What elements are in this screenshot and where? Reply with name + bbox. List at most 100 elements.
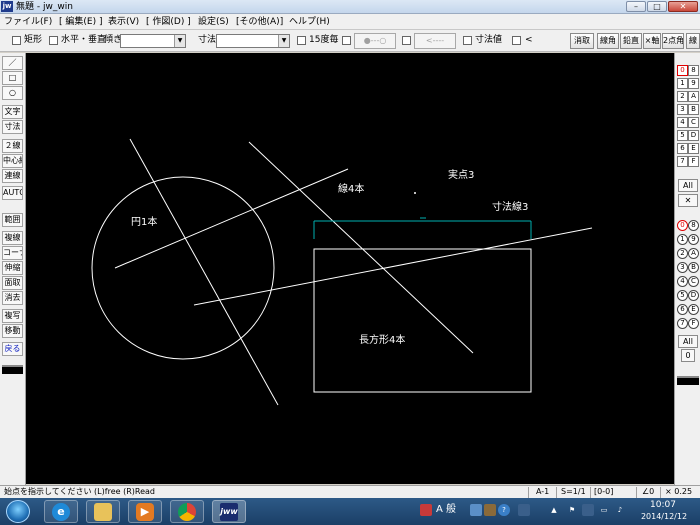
- tray-flag-icon[interactable]: [420, 504, 432, 516]
- menu-view[interactable]: 表示(V): [108, 15, 139, 29]
- start-button[interactable]: [6, 500, 30, 523]
- tray-network-icon[interactable]: [582, 504, 594, 516]
- menu-other[interactable]: [その他(A)]: [236, 15, 283, 29]
- minimize-button[interactable]: –: [626, 1, 646, 12]
- tool-corner[interactable]: コーナー: [2, 246, 23, 260]
- group-9[interactable]: 9: [688, 234, 699, 245]
- group-7[interactable]: 7: [677, 318, 688, 329]
- group-all-button[interactable]: All: [678, 335, 698, 348]
- group-zero-button[interactable]: 0: [681, 349, 695, 362]
- group-3[interactable]: 3: [677, 262, 688, 273]
- group-2[interactable]: 2: [677, 248, 688, 259]
- arrow1-button[interactable]: ●---○: [354, 33, 396, 49]
- maximize-button[interactable]: □: [647, 1, 667, 12]
- layer-8[interactable]: 8: [688, 65, 699, 76]
- drawing-svg[interactable]: [26, 53, 674, 484]
- tool-range[interactable]: 範囲: [2, 213, 23, 227]
- group-6[interactable]: 6: [677, 304, 688, 315]
- layer-cross-button[interactable]: ✕: [678, 194, 698, 207]
- tool-circle[interactable]: ○: [2, 86, 23, 100]
- layer-2[interactable]: 2: [677, 91, 688, 102]
- tool-center-line[interactable]: 中心線: [2, 154, 23, 168]
- toolbar-button-line-angle[interactable]: 線角: [597, 33, 619, 49]
- status-angle[interactable]: ∠0: [642, 486, 654, 498]
- menu-draw[interactable]: [ 作図(D) ]: [146, 15, 191, 29]
- layer-1[interactable]: 1: [677, 78, 688, 89]
- toolbar-button-x-axis[interactable]: ×軸: [643, 33, 661, 49]
- arrow2-button[interactable]: <----: [414, 33, 456, 49]
- menu-help[interactable]: ヘルプ(H): [289, 15, 330, 29]
- tray-ime-icon[interactable]: [470, 504, 482, 516]
- tool-stretch[interactable]: 伸縮: [2, 261, 23, 275]
- taskbar-ie[interactable]: e: [44, 500, 78, 523]
- layer-9[interactable]: 9: [688, 78, 699, 89]
- group-a[interactable]: A: [688, 248, 699, 259]
- tool-connect-line[interactable]: 連線: [2, 169, 23, 183]
- layer-b[interactable]: B: [688, 104, 699, 115]
- tool-move[interactable]: 移動: [2, 324, 23, 338]
- tool-erase[interactable]: 消去: [2, 291, 23, 305]
- chevron-down-icon[interactable]: ▼: [278, 35, 289, 47]
- layer-f[interactable]: F: [688, 156, 699, 167]
- taskbar-jww[interactable]: jww: [212, 500, 246, 523]
- group-0[interactable]: 0: [677, 220, 688, 231]
- tool-text[interactable]: 文字: [2, 105, 23, 119]
- group-8[interactable]: 8: [688, 220, 699, 231]
- group-b[interactable]: B: [688, 262, 699, 273]
- taskbar-explorer[interactable]: [86, 500, 120, 523]
- tool-undo[interactable]: 戻る: [2, 342, 23, 356]
- arrow2-checkbox[interactable]: [402, 36, 411, 45]
- layer-7[interactable]: 7: [677, 156, 688, 167]
- status-scale[interactable]: S=1/1: [561, 486, 586, 498]
- status-layer[interactable]: [0-0]: [594, 486, 613, 498]
- lt-checkbox[interactable]: [512, 36, 521, 45]
- toolbar-button-2pt-angle[interactable]: 2点角: [662, 33, 684, 49]
- group-5[interactable]: 5: [677, 290, 688, 301]
- tray-tool-icon[interactable]: [484, 504, 496, 516]
- tray-display-icon[interactable]: ▭: [598, 504, 610, 516]
- tray-volume-icon[interactable]: ♪: [614, 504, 626, 516]
- clock-time[interactable]: 10:07: [648, 500, 678, 511]
- layer-e[interactable]: E: [688, 143, 699, 154]
- toolbar-button-vertical[interactable]: 鉛直: [620, 33, 642, 49]
- tool-line[interactable]: ／: [2, 56, 23, 70]
- layer-a[interactable]: A: [688, 91, 699, 102]
- status-zoom[interactable]: × 0.25: [665, 486, 692, 498]
- drawing-canvas[interactable]: 円1本 線4本 実点3 寸法線3 長方形4本: [26, 53, 674, 484]
- rect-checkbox[interactable]: [12, 36, 21, 45]
- group-e[interactable]: E: [688, 304, 699, 315]
- toolbar-button-line[interactable]: 線: [686, 33, 700, 49]
- toolbar-button-erase[interactable]: 消取: [570, 33, 594, 49]
- tool-chamfer[interactable]: 面取: [2, 276, 23, 290]
- group-4[interactable]: 4: [677, 276, 688, 287]
- tray-action-center-icon[interactable]: ⚑: [566, 504, 578, 516]
- layer-5[interactable]: 5: [677, 130, 688, 141]
- group-d[interactable]: D: [688, 290, 699, 301]
- arrow1-checkbox[interactable]: [342, 36, 351, 45]
- taskbar-chrome[interactable]: [170, 500, 204, 523]
- deg15-checkbox[interactable]: [297, 36, 306, 45]
- menu-settings[interactable]: 設定(S): [198, 15, 229, 29]
- layer-all-button[interactable]: All: [678, 179, 698, 192]
- tool-dimension[interactable]: 寸法: [2, 120, 23, 134]
- layer-0[interactable]: 0: [677, 65, 688, 76]
- clock-date[interactable]: 2014/12/12: [634, 511, 694, 522]
- layer-d[interactable]: D: [688, 130, 699, 141]
- tray-caps-icon[interactable]: [518, 504, 530, 516]
- layer-6[interactable]: 6: [677, 143, 688, 154]
- tool-copy[interactable]: 複写: [2, 309, 23, 323]
- dim-combo[interactable]: ▼: [216, 34, 290, 48]
- ime-indicator[interactable]: A 般: [436, 504, 456, 516]
- tray-expand-icon[interactable]: ▲: [548, 504, 560, 516]
- tray-help-icon[interactable]: ?: [498, 504, 510, 516]
- chevron-down-icon[interactable]: ▼: [174, 35, 185, 47]
- group-1[interactable]: 1: [677, 234, 688, 245]
- layer-3[interactable]: 3: [677, 104, 688, 115]
- menu-edit[interactable]: [ 編集(E) ]: [59, 15, 102, 29]
- taskbar-media-player[interactable]: ▶: [128, 500, 162, 523]
- layer-c[interactable]: C: [688, 117, 699, 128]
- hv-checkbox[interactable]: [49, 36, 58, 45]
- status-paper-size[interactable]: A-1: [536, 486, 549, 498]
- group-c[interactable]: C: [688, 276, 699, 287]
- close-button[interactable]: ✕: [668, 1, 698, 12]
